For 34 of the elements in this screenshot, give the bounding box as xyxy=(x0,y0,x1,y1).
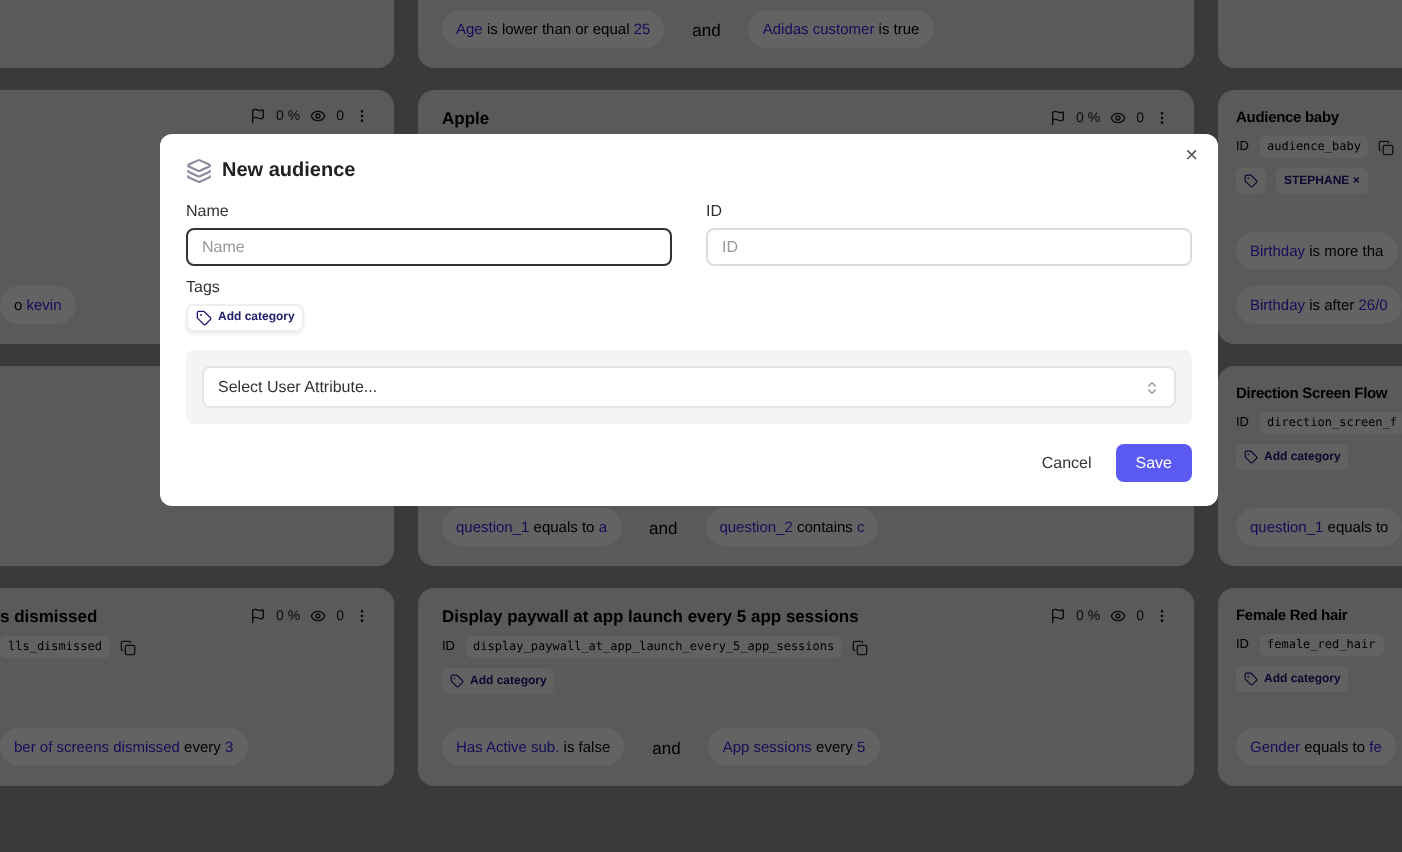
layers-icon xyxy=(186,158,212,184)
copy-icon[interactable] xyxy=(852,639,869,655)
field-label: Tags xyxy=(186,278,222,296)
text-input[interactable]: Name xyxy=(186,228,672,266)
flag-icon xyxy=(1050,110,1067,126)
eye-icon xyxy=(1110,608,1127,624)
card-title: Apple xyxy=(442,108,490,128)
copy-icon[interactable] xyxy=(119,639,136,655)
card-title: s dismissed xyxy=(0,606,98,626)
eye-icon xyxy=(310,108,327,124)
and-connector: and xyxy=(652,737,681,757)
copy-icon[interactable] xyxy=(1378,139,1395,155)
save-button[interactable]: Save xyxy=(1115,444,1192,482)
eye-icon xyxy=(1110,110,1127,126)
dialog-title: New audience xyxy=(222,160,356,182)
and-connector: and xyxy=(692,19,721,39)
tag-icon xyxy=(1244,672,1258,686)
eye-icon xyxy=(310,608,327,624)
flag-icon xyxy=(250,608,267,624)
close-button[interactable]: × xyxy=(1181,146,1202,168)
field-label: Name xyxy=(186,202,231,220)
card-title: Display paywall at app launch every 5 app sessions xyxy=(442,606,859,626)
tag-icon xyxy=(450,674,464,688)
field-label: ID xyxy=(706,202,724,220)
flag-icon xyxy=(1050,608,1067,624)
tag-icon xyxy=(1244,174,1258,188)
and-connector: and xyxy=(649,517,678,537)
cancel-button[interactable]: Cancel xyxy=(1041,444,1092,482)
chevrons-icon xyxy=(1144,379,1160,395)
tag-icon xyxy=(196,310,212,326)
tag-button[interactable] xyxy=(1236,168,1266,194)
flag-icon xyxy=(250,108,267,124)
attribute-select[interactable]: Select User Attribute... xyxy=(202,366,1176,408)
tag-icon xyxy=(1244,450,1258,464)
